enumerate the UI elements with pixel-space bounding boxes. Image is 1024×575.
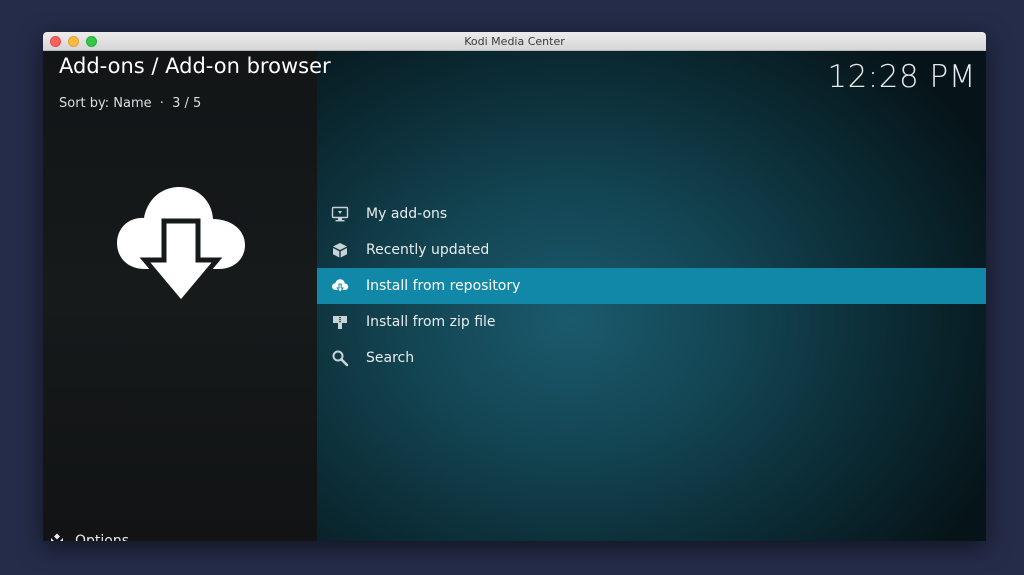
app-content: Options Add-ons / Add-on browser Sort by… [43,51,986,541]
sort-label: Sort by: Name [59,96,152,111]
menu-item-my-addons[interactable]: My add-ons [317,196,986,232]
cloud-download-icon [117,187,245,307]
menu-item-label: Search [366,350,415,366]
box-icon [333,243,347,258]
menu-item-label: Recently updated [366,242,490,258]
window-title: Kodi Media Center [464,35,565,48]
left-panel: Options [43,51,317,541]
menu-item-install-from-zip[interactable]: Install from zip file [317,304,986,340]
menu-item-label: Install from zip file [366,314,496,330]
menu-item-label: Install from repository [366,278,521,294]
options-label: Options [75,533,130,541]
sort-info[interactable]: Sort by: Name · 3 / 5 [59,96,201,111]
addon-menu: My add-ons Recently updated Install from… [317,196,986,376]
menu-item-install-from-repository[interactable]: Install from repository [317,268,986,304]
monitor-icon [331,206,349,222]
kodi-options-icon [51,533,63,541]
menu-item-search[interactable]: Search [317,340,986,376]
sort-separator: · [159,96,164,111]
clock: 12:28 PM [827,59,976,95]
zip-icon [333,316,347,329]
breadcrumb: Add-ons / Add-on browser [59,54,331,78]
options-button[interactable]: Options [49,526,169,541]
item-position: 3 / 5 [172,96,202,111]
menu-item-recently-updated[interactable]: Recently updated [317,232,986,268]
window-titlebar[interactable]: Kodi Media Center [43,32,986,51]
search-icon [332,350,349,367]
cloud-icon [332,279,349,294]
menu-item-label: My add-ons [366,206,448,222]
kodi-window: Kodi Media Center Options Add-ons / Add-… [43,32,986,541]
